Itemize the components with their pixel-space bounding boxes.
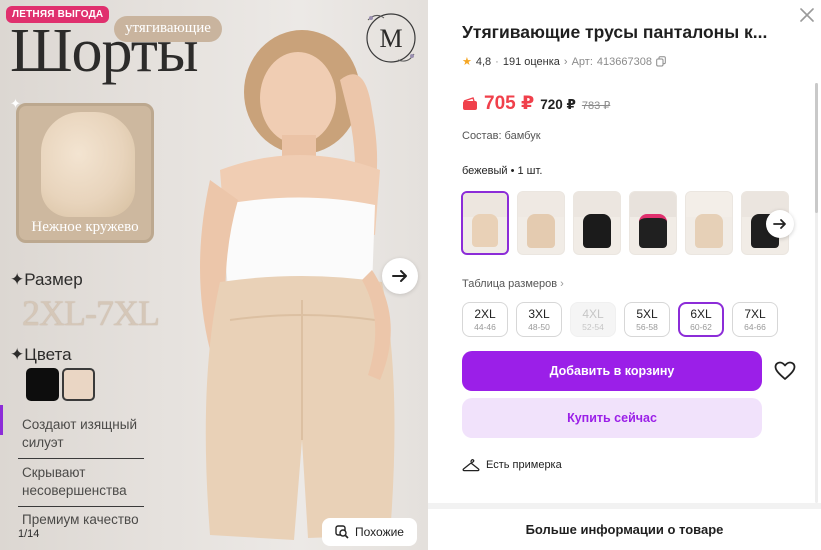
benefit-text: Скрывают несовершенства [22, 465, 127, 498]
article-label: Арт: [571, 55, 593, 68]
detail-inset: Нежное кружево [16, 103, 154, 243]
size-option-selected[interactable]: 6XL 60-62 [678, 302, 724, 337]
size-option[interactable]: 7XL 64-66 [732, 302, 778, 337]
size-table-link[interactable]: Таблица размеров › [462, 278, 564, 290]
star-icon: ★ [462, 56, 472, 68]
heart-icon[interactable] [774, 361, 796, 381]
product-gallery[interactable]: ЛЕТНЯЯ ВЫГОДА Шорты утягивающие M Нежное… [0, 0, 428, 550]
scroll-indicator [0, 405, 3, 435]
add-to-cart-button[interactable]: Добавить в корзину [462, 351, 762, 391]
variant-thumbnail[interactable] [629, 191, 677, 255]
hanger-icon [462, 459, 480, 472]
swatch-beige [62, 368, 95, 401]
similar-button[interactable]: Похожие [322, 518, 417, 546]
chevron-right-icon: › [560, 278, 564, 290]
size-selector: 2XL 44-46 3XL 48-50 4XL 52-54 5XL 56-58 6XL 6… [462, 302, 778, 337]
selected-color: бежевый • 1 шт. [462, 165, 543, 177]
article-number: 413667308 [596, 55, 652, 68]
copy-icon[interactable] [656, 56, 666, 67]
colors-heading: ✦Цвета [10, 345, 72, 364]
rating-value: 4,8 [475, 55, 492, 68]
size-option[interactable]: 3XL 48-50 [516, 302, 562, 337]
wallet-price: 705 ₽ [484, 93, 535, 114]
more-info-button[interactable]: Больше информации о товаре [428, 509, 821, 550]
fitting-info: Есть примерка [462, 458, 562, 472]
next-photo-button[interactable] [382, 258, 418, 294]
promo-subtitle: утягивающие [114, 16, 222, 42]
old-price: 783 ₽ [581, 100, 611, 112]
size-option[interactable]: 5XL 56-58 [624, 302, 670, 337]
detail-caption: Нежное кружево [31, 219, 139, 235]
benefit-text: Создают изящный силуэт [22, 417, 137, 450]
benefit-text: Премиум качество [22, 512, 139, 527]
size-range: 2XL-7XL [22, 293, 160, 333]
size-option[interactable]: 2XL 44-46 [462, 302, 508, 337]
product-title: Утягивающие трусы панталоны к... [462, 22, 768, 42]
variant-thumbnail[interactable] [461, 191, 509, 255]
size-option-disabled: 4XL 52-54 [570, 302, 616, 337]
product-meta: ★ 4,8 · 191 оценка › Арт: 413667308 [462, 55, 666, 68]
similar-label: Похожие [355, 525, 404, 539]
fitting-label: Есть примерка [486, 459, 562, 471]
buy-now-button[interactable]: Купить сейчас [462, 398, 762, 438]
variant-thumbnail[interactable] [685, 191, 733, 255]
visual-search-icon [335, 525, 349, 539]
divider [18, 458, 144, 459]
variant-thumbnail[interactable] [517, 191, 565, 255]
photo-counter: 1/14 [18, 528, 40, 540]
scrollbar[interactable] [815, 83, 818, 503]
brand-logo: M [362, 6, 420, 68]
logo-letter: M [379, 24, 402, 53]
variant-thumbnail[interactable] [573, 191, 621, 255]
color-variants [461, 191, 789, 255]
arrow-right-icon [773, 219, 786, 229]
wallet-icon [463, 96, 477, 110]
close-icon[interactable] [800, 8, 814, 22]
size-heading: ✦Размер [10, 270, 83, 289]
sparkle-icon: ✦ [10, 96, 21, 111]
thumbnails-next-button[interactable] [766, 210, 794, 238]
divider [18, 506, 144, 507]
regular-price: 720 ₽ [540, 97, 576, 112]
arrow-right-icon [392, 270, 407, 282]
price-row: 705 ₽ 720 ₽ 783 ₽ [462, 92, 610, 115]
composition-text: Состав: бамбук [462, 130, 541, 142]
chevron-right-icon: › [563, 55, 568, 68]
swatch-black [26, 368, 59, 401]
reviews-link[interactable]: 191 оценка [503, 56, 560, 68]
